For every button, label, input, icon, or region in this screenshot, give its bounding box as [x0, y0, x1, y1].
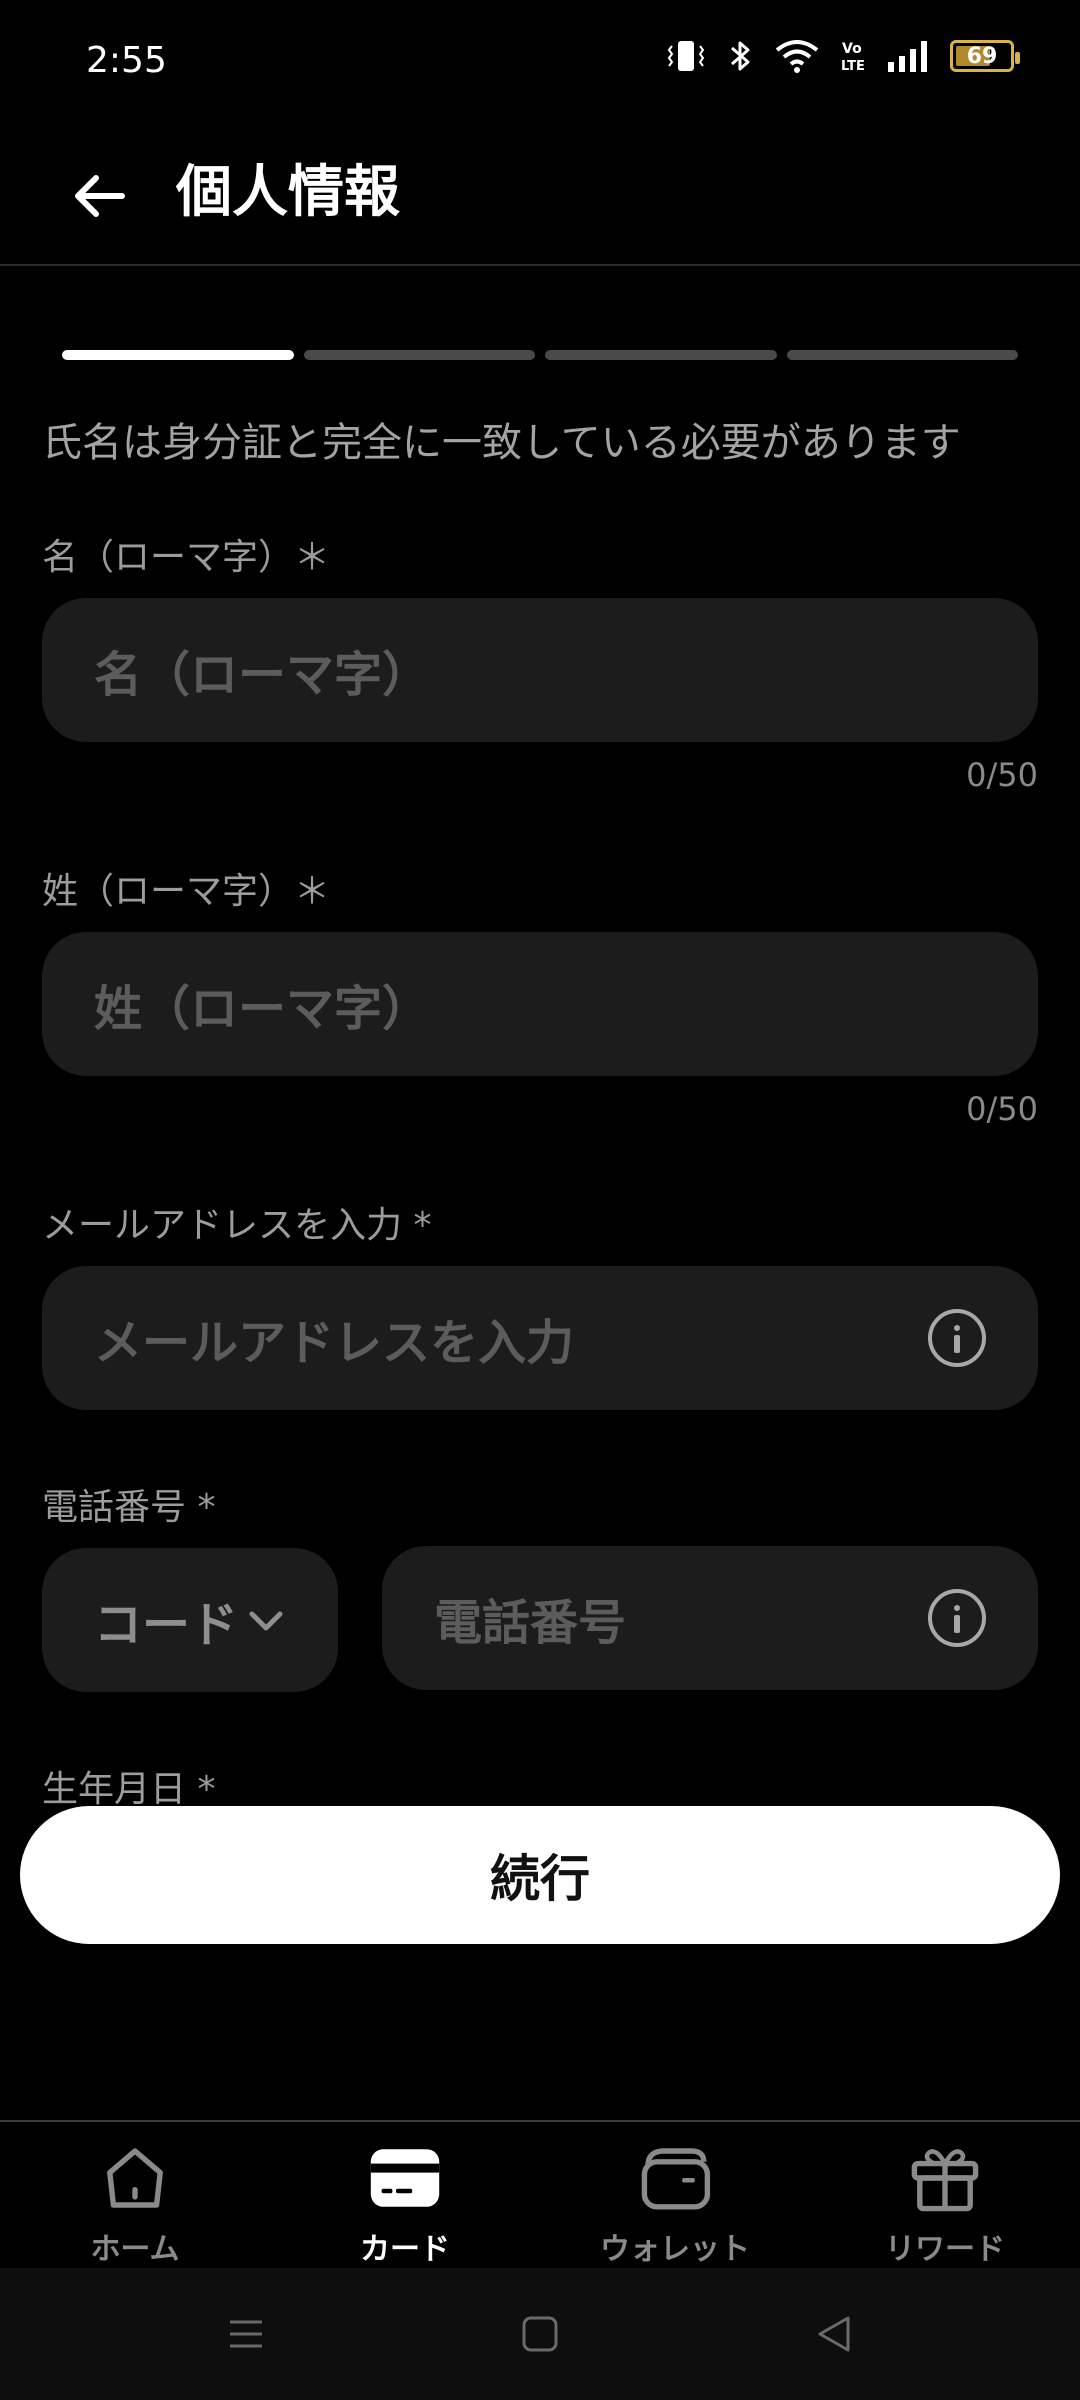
first-name-counter: 0/50: [966, 756, 1038, 794]
svg-text:Vo: Vo: [842, 41, 862, 57]
continue-label: 続行: [490, 1850, 590, 1908]
card-icon: [370, 2149, 440, 2207]
back-button[interactable]: [60, 156, 140, 236]
nav-label-rewards: リワード: [885, 2232, 1005, 2267]
nav-label-home: ホーム: [90, 2232, 180, 2267]
battery-level: 69: [966, 43, 998, 69]
bluetooth-icon: [726, 38, 754, 74]
phone-label: 電話番号 *: [42, 1487, 216, 1528]
status-icons: Vo LTE 69: [666, 38, 1020, 74]
wallet-icon: [641, 2148, 711, 2210]
wifi-icon: [774, 38, 820, 74]
progress-step-1: [62, 350, 294, 360]
nav-label-wallet: ウォレット: [600, 2232, 750, 2267]
arrow-left-icon: [75, 175, 125, 217]
phone-number-field[interactable]: 電話番号: [382, 1546, 1038, 1690]
nav-item-wallet[interactable]: ウォレット: [540, 2122, 810, 2268]
nav-item-home[interactable]: ホーム: [0, 2122, 270, 2268]
progress-step-2: [303, 350, 535, 360]
system-nav-bar: [0, 2268, 1080, 2400]
status-bar: 2:55 Vo LTE 69: [0, 0, 1080, 124]
gift-icon: [911, 2149, 979, 2212]
signal-icon: [886, 38, 930, 74]
home-icon: [107, 2148, 163, 2208]
progress-step-3: [545, 350, 777, 360]
name-match-notice: 氏名は身分証と完全に一致している必要があります: [42, 420, 961, 466]
info-icon[interactable]: [928, 1309, 986, 1367]
last-name-placeholder: 姓（ローマ字）: [94, 981, 431, 1037]
last-name-counter: 0/50: [966, 1090, 1038, 1128]
email-placeholder: メールアドレスを入力: [94, 1315, 575, 1371]
info-icon[interactable]: [928, 1589, 986, 1647]
back-triangle-icon[interactable]: [814, 2314, 854, 2354]
menu-icon[interactable]: [226, 2314, 266, 2354]
status-time: 2:55: [86, 40, 167, 81]
email-label: メールアドレスを入力 *: [42, 1205, 432, 1246]
volte-icon: Vo LTE: [840, 38, 866, 74]
phone-number-placeholder: 電話番号: [434, 1595, 627, 1651]
vibrate-icon: [666, 38, 706, 74]
battery-icon: 69: [950, 40, 1020, 72]
app-bar: 個人情報: [0, 124, 1080, 266]
first-name-field[interactable]: 名（ローマ字）: [42, 598, 1038, 742]
page-title: 個人情報: [176, 160, 400, 225]
home-square-icon[interactable]: [520, 2314, 560, 2354]
nav-item-rewards[interactable]: リワード: [810, 2122, 1080, 2268]
last-name-label: 姓（ローマ字）＊: [42, 871, 331, 912]
country-code-select[interactable]: コード: [42, 1548, 338, 1692]
nav-item-card[interactable]: カード: [270, 2122, 540, 2268]
svg-text:LTE: LTE: [841, 59, 865, 74]
continue-button[interactable]: 続行: [20, 1806, 1060, 1944]
last-name-field[interactable]: 姓（ローマ字）: [42, 932, 1038, 1076]
nav-label-card: カード: [360, 2232, 450, 2267]
step-progress: [62, 350, 1018, 360]
birthdate-label: 生年月日 *: [42, 1769, 216, 1810]
country-code-label: コード: [94, 1597, 239, 1653]
chevron-down-icon: [249, 1611, 283, 1631]
bottom-nav: ホーム カード ウォレット リワード: [0, 2120, 1080, 2268]
screen: 2:55 Vo LTE 69 個人情報 氏名は身分証と完全に一致している必要があ…: [0, 0, 1080, 2400]
first-name-label: 名（ローマ字）＊: [42, 537, 331, 578]
email-field[interactable]: メールアドレスを入力: [42, 1266, 1038, 1410]
first-name-placeholder: 名（ローマ字）: [94, 647, 431, 703]
progress-step-4: [786, 350, 1018, 360]
